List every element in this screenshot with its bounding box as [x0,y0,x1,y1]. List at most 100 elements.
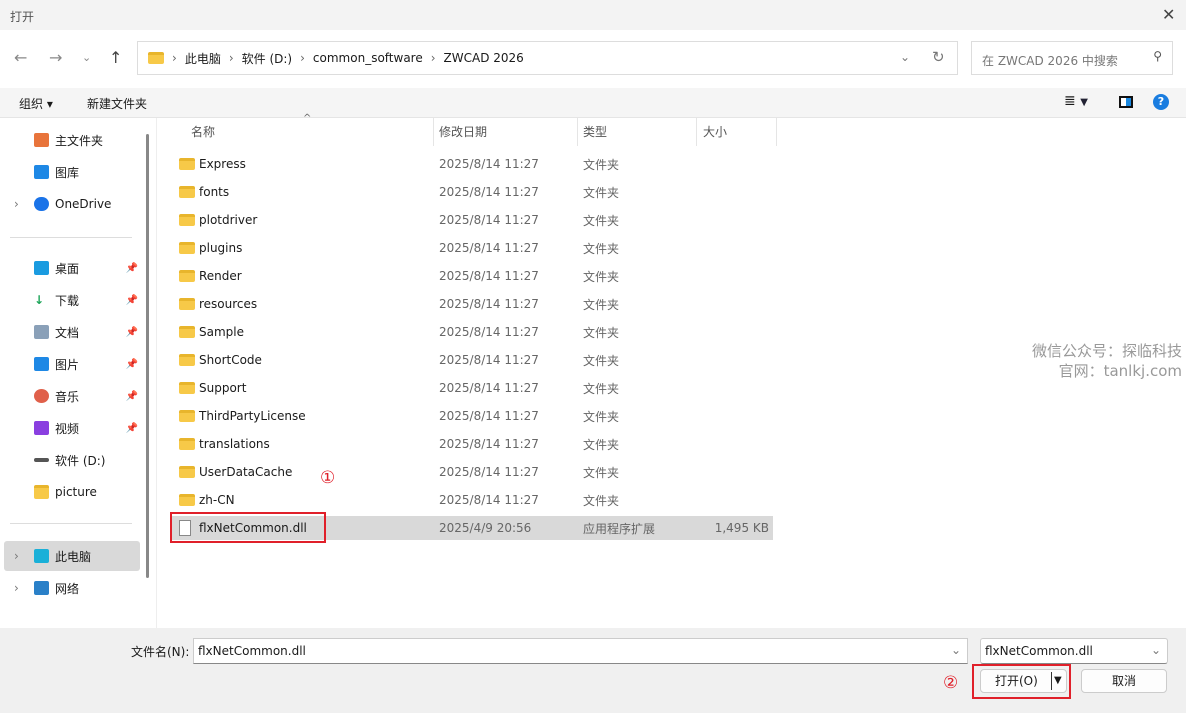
nav-item-videos[interactable]: 视频 📌 [4,413,140,443]
step-2-marker: ② [943,673,959,693]
file-row[interactable]: UserDataCache 2025/8/14 11:27 文件夹 [172,460,773,484]
filename-input[interactable]: flxNetCommon.dll ⌄ [193,638,968,664]
music-icon [34,389,49,403]
column-header-date[interactable]: 修改日期 [439,120,487,146]
file-row[interactable]: Support 2025/8/14 11:27 文件夹 [172,376,773,400]
file-type: 文件夹 [583,465,620,480]
file-name: fonts [199,185,230,199]
nav-item-documents[interactable]: 文档 📌 [4,317,140,347]
file-row[interactable]: resources 2025/8/14 11:27 文件夹 [172,292,773,316]
folder-icon [148,52,164,64]
sort-ascending-icon: ^ [303,113,312,124]
cloud-icon [34,197,49,211]
file-type: 文件夹 [583,409,620,424]
column-header-type[interactable]: 类型 [583,120,607,146]
pin-icon: 📌 [125,390,138,402]
nav-item-pictures[interactable]: 图片 📌 [4,349,140,379]
nav-item-onedrive[interactable]: › OneDrive [4,189,140,219]
watermark: 微信公众号：探临科技 官网：tanlkj.com [1031,342,1182,380]
address-bar[interactable]: › 此电脑 › 软件 (D:) › common_software › ZWCAD 20… [137,41,958,75]
pin-icon: 📌 [125,294,138,306]
forward-icon[interactable]: → [49,48,62,67]
file-row[interactable]: translations 2025/8/14 11:27 文件夹 [172,432,773,456]
title-bar [0,0,1186,30]
file-date: 2025/4/9 20:56 [439,521,532,535]
file-name: translations [199,437,270,451]
nav-item-music[interactable]: 音乐 📌 [4,381,140,411]
open-button[interactable]: 打开(O) ▼ [980,669,1067,693]
file-date: 2025/8/14 11:27 [439,325,539,339]
up-icon[interactable]: ↑ [109,48,122,67]
chevron-right-icon: › [14,197,19,211]
breadcrumb-item[interactable]: common_software [313,51,423,65]
cancel-button[interactable]: 取消 [1081,669,1167,693]
file-type: 文件夹 [583,213,620,228]
file-size: 1,495 KB [714,521,769,535]
document-icon [34,325,49,339]
view-options-icon[interactable]: ≣ ▼ [1064,93,1088,109]
nav-item-desktop[interactable]: 桌面 📌 [4,253,140,283]
file-date: 2025/8/14 11:27 [439,157,539,171]
file-row[interactable]: plotdriver 2025/8/14 11:27 文件夹 [172,208,773,232]
breadcrumb-item[interactable]: ZWCAD 2026 [444,51,524,65]
folder-icon [179,214,195,226]
search-input[interactable]: 在 ZWCAD 2026 中搜索 ⚲ [971,41,1173,75]
breadcrumb-item[interactable]: 此电脑 [185,50,221,67]
computer-icon [34,549,49,563]
file-date: 2025/8/14 11:27 [439,241,539,255]
file-type: 文件夹 [583,493,620,508]
file-row[interactable]: ShortCode 2025/8/14 11:27 文件夹 [172,348,773,372]
folder-icon [179,298,195,310]
column-header-size[interactable]: 大小 [703,120,727,146]
nav-scrollbar[interactable] [146,134,149,578]
file-type: 文件夹 [583,241,620,256]
nav-item-gallery[interactable]: 图库 [4,157,140,187]
file-date: 2025/8/14 11:27 [439,297,539,311]
pin-icon: 📌 [125,326,138,338]
organize-menu[interactable]: 组织 ▾ [19,95,53,112]
address-dropdown-icon[interactable]: ⌄ [900,50,910,64]
refresh-icon[interactable]: ↻ [932,48,945,66]
file-row[interactable]: Render 2025/8/14 11:27 文件夹 [172,264,773,288]
file-type-select[interactable]: flxNetCommon.dll ⌄ [980,638,1168,664]
filename-label: 文件名(N): [131,645,190,659]
nav-item-this-pc[interactable]: › 此电脑 [4,541,140,571]
preview-pane-icon[interactable] [1119,96,1133,108]
file-name: Express [199,157,246,171]
file-type: 文件夹 [583,353,620,368]
help-icon[interactable]: ? [1153,94,1169,110]
folder-icon [179,410,195,422]
nav-item-home[interactable]: 主文件夹 [4,125,140,155]
file-type: 文件夹 [583,297,620,312]
video-icon [34,421,49,435]
recent-chevron-icon[interactable]: ⌄ [82,51,91,64]
file-date: 2025/8/14 11:27 [439,493,539,507]
file-name: Render [199,269,242,283]
file-row[interactable]: Sample 2025/8/14 11:27 文件夹 [172,320,773,344]
nav-item-drive-d[interactable]: 软件 (D:) [4,445,140,475]
close-icon[interactable]: ✕ [1162,5,1175,24]
file-name: zh-CN [199,493,235,507]
folder-icon [34,485,49,499]
file-row[interactable]: zh-CN 2025/8/14 11:27 文件夹 [172,488,773,512]
folder-icon [179,382,195,394]
nav-item-downloads[interactable]: ↓ 下载 📌 [4,285,140,315]
folder-icon [179,438,195,450]
file-row[interactable]: Express 2025/8/14 11:27 文件夹 [172,152,773,176]
file-row[interactable]: fonts 2025/8/14 11:27 文件夹 [172,180,773,204]
back-icon[interactable]: ← [14,48,27,67]
column-header-name[interactable]: 名称 [191,120,215,146]
file-type: 文件夹 [583,185,620,200]
file-date: 2025/8/14 11:27 [439,381,539,395]
breadcrumb-item[interactable]: 软件 (D:) [242,50,292,67]
file-name: Sample [199,325,244,339]
new-folder-button[interactable]: 新建文件夹 [87,95,147,112]
dropdown-arrow-icon[interactable]: ▼ [1054,670,1062,692]
nav-item-network[interactable]: › 网络 [4,573,140,603]
file-row[interactable]: ThirdPartyLicense 2025/8/14 11:27 文件夹 [172,404,773,428]
file-row[interactable]: plugins 2025/8/14 11:27 文件夹 [172,236,773,260]
nav-item-picture-folder[interactable]: picture [4,477,140,507]
file-date: 2025/8/14 11:27 [439,353,539,367]
file-type: 文件夹 [583,381,620,396]
folder-icon [179,270,195,282]
